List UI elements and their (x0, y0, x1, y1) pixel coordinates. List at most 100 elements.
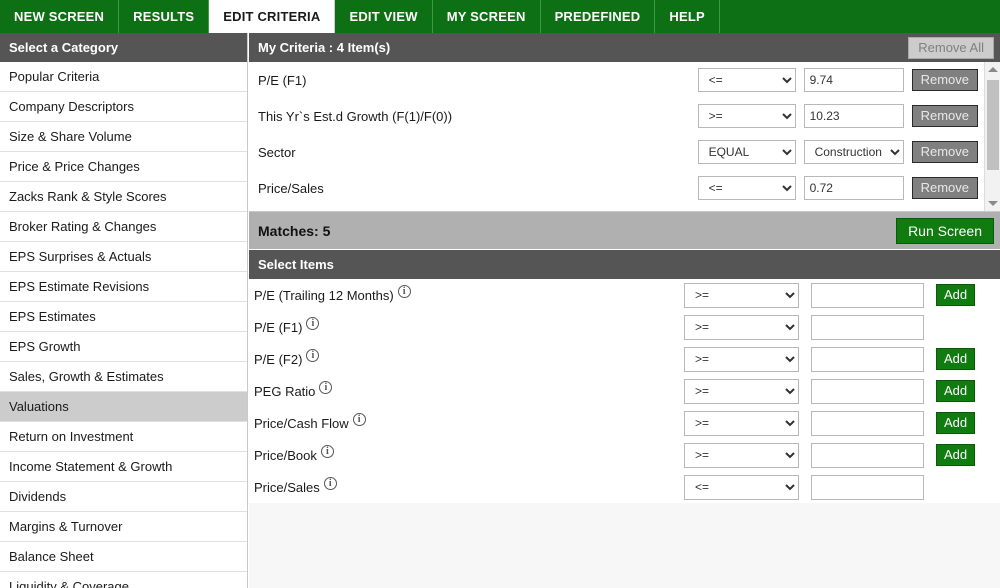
sidebar-item-balance-sheet[interactable]: Balance Sheet (0, 542, 247, 572)
remove-criteria-button[interactable]: Remove (911, 141, 978, 163)
select-item-row: PEG Ratioi=>=<=><!=EQUALNOT EQUALAdd (249, 375, 1000, 407)
select-item-operator-select[interactable]: =>=<=><!=EQUALNOT EQUAL (684, 378, 799, 404)
select-items-list: P/E (Trailing 12 Months)i=>=<=><!=EQUALN… (249, 279, 1000, 503)
select-item-row: P/E (F1)i=>=<=><!=EQUALNOT EQUAL (249, 311, 1000, 343)
sidebar-item-valuations[interactable]: Valuations (0, 392, 247, 422)
scroll-down-arrow-icon[interactable] (985, 196, 1000, 211)
add-criteria-button[interactable]: Add (936, 412, 976, 434)
nav-tab-my-screen[interactable]: MY SCREEN (432, 0, 541, 33)
sidebar-item-eps-surprises-actuals[interactable]: EPS Surprises & Actuals (0, 242, 247, 272)
remove-criteria-button[interactable]: Remove (911, 105, 978, 127)
select-item-label-text: P/E (F2) (254, 351, 303, 367)
sidebar-header-label: Select a Category (9, 40, 119, 55)
nav-tab-label: NEW SCREEN (14, 9, 105, 24)
select-item-value-input[interactable] (811, 474, 924, 500)
criteria-operator-select[interactable]: =>=<=><!=EQUALNOT EQUAL (697, 68, 796, 92)
select-item-operator-select[interactable]: =>=<=><!=EQUALNOT EQUAL (684, 474, 799, 500)
add-button-slot: Add (936, 284, 982, 306)
sidebar-item-eps-growth[interactable]: EPS Growth (0, 332, 247, 362)
nav-tab-help[interactable]: HELP (655, 0, 720, 33)
select-item-label-text: Price/Book (254, 447, 317, 463)
info-icon[interactable]: i (306, 348, 320, 362)
select-item-operator-select[interactable]: =>=<=><!=EQUALNOT EQUAL (684, 314, 799, 340)
criteria-operator-select[interactable]: =>=<=><!=EQUALNOT EQUAL (697, 104, 796, 128)
criteria-row-controls: =>=<=><!=EQUALNOT EQUAL ConstructionAeros… (697, 140, 978, 164)
sidebar-item-liquidity-coverage[interactable]: Liquidity & Coverage (0, 572, 247, 588)
category-sidebar: Select a Category Popular Criteria Compan… (0, 33, 248, 588)
info-icon[interactable]: i (397, 284, 411, 298)
select-item-value-input[interactable] (811, 282, 924, 308)
sidebar-item-zacks-rank-style-scores[interactable]: Zacks Rank & Style Scores (0, 182, 247, 212)
nav-tab-new-screen[interactable]: NEW SCREEN (0, 0, 120, 33)
nav-tab-predefined[interactable]: PREDEFINED (540, 0, 656, 33)
sidebar-item-label: Margins & Turnover (9, 519, 123, 534)
sidebar-item-sales-growth-estimates[interactable]: Sales, Growth & Estimates (0, 362, 247, 392)
sidebar-item-label: Dividends (9, 489, 67, 504)
sidebar-item-eps-estimate-revisions[interactable]: EPS Estimate Revisions (0, 272, 247, 302)
sidebar-item-return-on-investment[interactable]: Return on Investment (0, 422, 247, 452)
category-list: Popular Criteria Company Descriptors Size … (0, 62, 247, 588)
criteria-value-input[interactable] (803, 104, 904, 128)
sidebar-item-company-descriptors[interactable]: Company Descriptors (0, 92, 247, 122)
nav-tab-label: EDIT CRITERIA (223, 9, 321, 24)
select-item-row: Price/Booki =>=<=><!=EQUALNOT EQUAL Add (249, 439, 1000, 471)
add-button-slot: Add (936, 348, 982, 370)
add-criteria-button[interactable]: Add (936, 284, 976, 306)
sidebar-item-dividends[interactable]: Dividends (0, 482, 247, 512)
info-icon[interactable]: i (306, 316, 320, 330)
scrollbar-thumb[interactable] (987, 80, 999, 170)
select-item-operator-select[interactable]: =>=<=><!=EQUALNOT EQUAL (684, 442, 799, 468)
remove-criteria-button[interactable]: Remove (911, 177, 978, 199)
criteria-row-label: P/E (F1) (258, 72, 307, 88)
info-icon[interactable]: i (320, 444, 334, 458)
select-item-value-input[interactable] (811, 378, 924, 404)
main-content: My Criteria : 4 Item(s) Remove All P/E (… (249, 33, 1000, 588)
select-item-value-input[interactable] (811, 346, 924, 372)
select-item-label: Price/Cash Flow i (254, 412, 684, 431)
select-item-operator-select[interactable]: =>=<=><!=EQUALNOT EQUAL (684, 282, 799, 308)
select-item-value-input[interactable] (811, 410, 924, 436)
sidebar-item-label: EPS Estimate Revisions (9, 279, 150, 294)
criteria-operator-select[interactable]: =>=<=><!=EQUALNOT EQUAL (697, 176, 796, 200)
sidebar-item-eps-estimates[interactable]: EPS Estimates (0, 302, 247, 332)
sidebar-item-popular-criteria[interactable]: Popular Criteria (0, 62, 247, 92)
select-item-value-input[interactable] (811, 314, 924, 340)
nav-tab-results[interactable]: RESULTS (119, 0, 210, 33)
add-criteria-button[interactable]: Add (936, 380, 976, 402)
nav-tab-label: PREDEFINED (554, 9, 641, 24)
add-criteria-button[interactable]: Add (936, 348, 976, 370)
criteria-scrollbar[interactable] (984, 62, 1000, 211)
sidebar-item-size-share-volume[interactable]: Size & Share Volume (0, 122, 247, 152)
sidebar-item-broker-rating-changes[interactable]: Broker Rating & Changes (0, 212, 247, 242)
select-item-operator-select[interactable]: =>=<=><!=EQUALNOT EQUAL (684, 410, 799, 436)
select-item-operator-select[interactable]: =>=<=><!=EQUALNOT EQUAL (684, 346, 799, 372)
add-criteria-button[interactable]: Add (936, 444, 976, 466)
info-icon[interactable]: i (323, 476, 337, 490)
criteria-value-select[interactable]: ConstructionAerospaceAuto/Tires/TrucksBa… (803, 140, 904, 164)
sidebar-item-income-statement-growth[interactable]: Income Statement & Growth (0, 452, 247, 482)
remove-all-button[interactable]: Remove All (908, 36, 994, 59)
criteria-operator-select[interactable]: =>=<=><!=EQUALNOT EQUAL (697, 140, 796, 164)
sidebar-item-label: EPS Surprises & Actuals (9, 249, 152, 264)
matches-count-label: Matches: 5 (258, 222, 331, 239)
sidebar-item-label: Return on Investment (9, 429, 134, 444)
sidebar-item-label: Income Statement & Growth (9, 459, 173, 474)
criteria-row-label: Sector (258, 144, 296, 160)
criteria-value-input[interactable] (803, 68, 904, 92)
info-icon[interactable]: i (319, 380, 333, 394)
sidebar-item-price-price-changes[interactable]: Price & Price Changes (0, 152, 247, 182)
remove-criteria-button[interactable]: Remove (911, 69, 978, 91)
select-item-row: P/E (Trailing 12 Months)i=>=<=><!=EQUALN… (249, 279, 1000, 311)
my-criteria-title: My Criteria : 4 Item(s) (258, 40, 391, 55)
nav-tab-edit-view[interactable]: EDIT VIEW (335, 0, 433, 33)
select-items-title: Select Items (258, 257, 334, 272)
scroll-up-arrow-icon[interactable] (985, 62, 1000, 77)
select-item-value-input[interactable] (811, 442, 924, 468)
criteria-value-input[interactable] (803, 176, 904, 200)
sidebar-item-margins-turnover[interactable]: Margins & Turnover (0, 512, 247, 542)
select-item-controls: =>=<=><!=EQUALNOT EQUAL Add (684, 346, 994, 372)
info-icon[interactable]: i (352, 412, 366, 426)
nav-tab-edit-criteria[interactable]: EDIT CRITERIA (209, 0, 336, 33)
sidebar-item-label: Zacks Rank & Style Scores (9, 189, 167, 204)
run-screen-button[interactable]: Run Screen (896, 217, 994, 244)
